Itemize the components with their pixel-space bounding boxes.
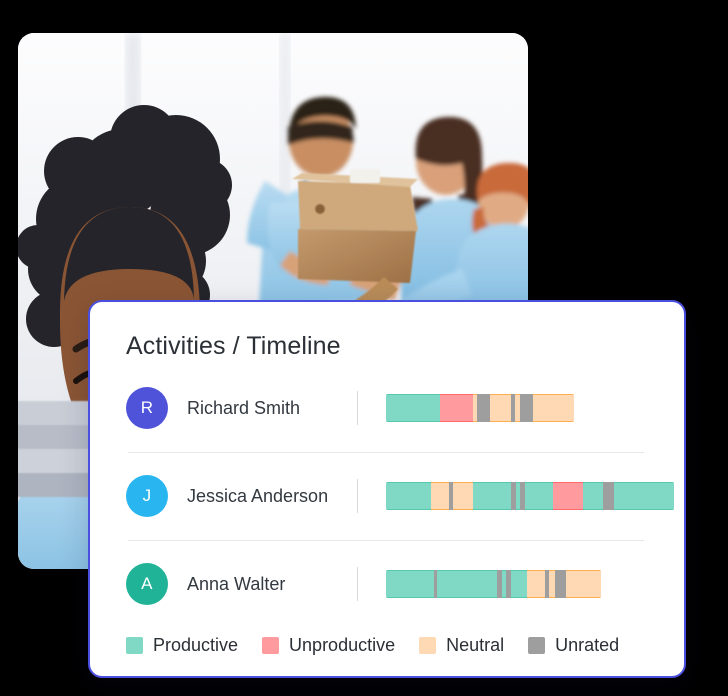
- activities-timeline-card: Activities / Timeline R Richard Smith J Jes…: [88, 300, 686, 678]
- activity-segment-productive[interactable]: [386, 570, 434, 598]
- avatar: J: [126, 475, 168, 517]
- activity-bar[interactable]: [386, 394, 574, 422]
- activity-segment-neutral[interactable]: [533, 394, 574, 422]
- activity-segment-unproductive[interactable]: [553, 482, 583, 510]
- activity-segment-productive[interactable]: [511, 570, 527, 598]
- legend-label: Unproductive: [289, 635, 396, 655]
- person-name: Jessica Anderson: [187, 485, 329, 506]
- activity-segment-unrated[interactable]: [477, 394, 490, 422]
- activity-segment-productive[interactable]: [437, 570, 497, 598]
- activity-segment-productive[interactable]: [386, 394, 440, 422]
- activity-segment-unproductive[interactable]: [440, 394, 473, 422]
- row-divider: [357, 479, 358, 513]
- legend-label: Unrated: [555, 635, 620, 655]
- legend-swatch-productive-icon: [126, 637, 143, 654]
- activity-segment-productive[interactable]: [386, 482, 431, 510]
- table-row[interactable]: J Jessica Anderson: [90, 452, 684, 540]
- activity-segment-neutral[interactable]: [527, 570, 545, 598]
- legend-swatch-unproductive-icon: [262, 637, 280, 654]
- legend-item-unrated[interactable]: Unrated: [528, 635, 619, 656]
- activity-segment-neutral[interactable]: [566, 570, 601, 598]
- avatar: R: [126, 387, 168, 429]
- legend-label: Productive: [153, 635, 239, 655]
- legend-swatch-unrated-icon: [528, 637, 546, 654]
- legend: Productive Unproductive Neutral Unrated: [126, 635, 633, 656]
- person-name: Richard Smith: [187, 397, 301, 418]
- table-row[interactable]: R Richard Smith: [90, 364, 684, 452]
- legend-item-productive[interactable]: Productive: [126, 635, 238, 656]
- activity-bar[interactable]: [386, 570, 601, 598]
- row-divider: [357, 391, 358, 425]
- activity-segment-unrated[interactable]: [520, 394, 533, 422]
- legend-swatch-neutral-icon: [419, 637, 437, 654]
- legend-label: Neutral: [446, 635, 505, 655]
- person-name: Anna Walter: [187, 573, 286, 594]
- activity-segment-unrated[interactable]: [555, 570, 566, 598]
- table-row[interactable]: A Anna Walter: [90, 540, 684, 628]
- legend-item-unproductive[interactable]: Unproductive: [262, 635, 395, 656]
- activity-segment-productive[interactable]: [614, 482, 674, 510]
- page-title: Activities / Timeline: [126, 332, 341, 360]
- activity-bar[interactable]: [386, 482, 674, 510]
- activity-segment-productive[interactable]: [583, 482, 603, 510]
- activity-segment-productive[interactable]: [473, 482, 511, 510]
- legend-item-neutral[interactable]: Neutral: [419, 635, 504, 656]
- timeline-rows: R Richard Smith J Jessica Anderson A Anna Wal…: [90, 364, 684, 628]
- activity-segment-unrated[interactable]: [603, 482, 614, 510]
- activity-segment-neutral[interactable]: [490, 394, 511, 422]
- avatar: A: [126, 563, 168, 605]
- activity-segment-neutral[interactable]: [453, 482, 473, 510]
- activity-segment-neutral[interactable]: [431, 482, 449, 510]
- activity-segment-productive[interactable]: [525, 482, 553, 510]
- row-divider: [357, 567, 358, 601]
